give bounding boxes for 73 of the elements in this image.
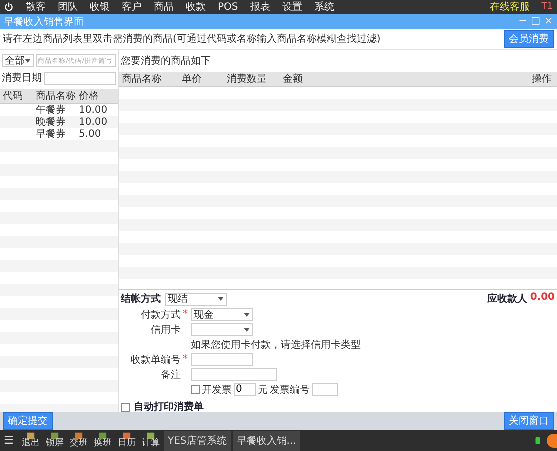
battery-icon xyxy=(535,436,541,445)
instruction-text: 请在左边商品列表里双击需消费的商品(可通过代码或名称输入商品名称模糊查找过滤) xyxy=(3,32,381,46)
table-cell-text: 10.00 xyxy=(78,104,109,116)
taskbar-task[interactable]: 早餐收入销... xyxy=(232,430,300,450)
taskbar-app[interactable]: 交班 xyxy=(69,432,89,448)
column-header: 金额 xyxy=(282,72,304,86)
settle-select[interactable]: 现结 xyxy=(165,292,227,306)
category-select[interactable]: 全部 xyxy=(2,54,34,67)
caret-icon xyxy=(244,328,250,332)
column-header: 商品名称 xyxy=(35,90,76,103)
column-header: 单价 xyxy=(181,72,203,86)
auto-print-label: 自动打印消费单 xyxy=(134,400,204,414)
power-icon[interactable] xyxy=(4,2,14,12)
product-row[interactable]: 午餐券 10.00 xyxy=(0,104,118,116)
cart-title: 您要消费的商品如下 xyxy=(121,54,211,68)
caret-icon xyxy=(244,312,250,316)
invoice-number-field[interactable] xyxy=(312,383,338,396)
taskbar-app[interactable]: 锁屏 xyxy=(45,432,65,448)
invoice-number-label: 发票编号 xyxy=(270,384,310,396)
amount-due-label: 应收款人 xyxy=(487,292,528,306)
required-mark: * xyxy=(183,309,189,320)
taskbar-app[interactable]: 换班 xyxy=(93,432,113,448)
note-field[interactable] xyxy=(191,368,277,381)
card-hint: 如果您使用卡付款，请选择信用卡类型 xyxy=(191,338,361,352)
online-service-link[interactable]: 在线客服 xyxy=(490,0,530,14)
date-field[interactable] xyxy=(44,72,116,84)
taskbar-app[interactable]: 退出 xyxy=(21,432,41,448)
menu-item[interactable]: 商品 xyxy=(154,0,174,14)
table-cell-text: 午餐券 xyxy=(35,104,67,116)
caret-icon xyxy=(218,297,224,301)
method-select[interactable]: 现金 xyxy=(191,308,253,321)
column-header: 消费数量 xyxy=(226,72,268,86)
menu-item[interactable]: 客户 xyxy=(122,0,142,14)
menu-item[interactable]: 收银 xyxy=(90,0,110,14)
column-header: 价格 xyxy=(78,90,100,103)
user-label: T1 xyxy=(542,2,553,12)
menu-icon[interactable]: ☰ xyxy=(4,434,18,447)
menu-item[interactable]: 收款 xyxy=(186,0,206,14)
taskbar-app[interactable]: 计算 xyxy=(141,432,161,448)
note-label: 备注 xyxy=(160,368,181,382)
menu-item[interactable]: 系统 xyxy=(314,0,334,14)
menu-item[interactable]: 团队 xyxy=(58,0,78,14)
menu-item[interactable]: POS xyxy=(218,2,238,12)
amount-due-value: 0.00 xyxy=(530,292,555,303)
taskbar-app[interactable]: 日历 xyxy=(117,432,137,448)
caret-icon xyxy=(25,58,31,62)
menu-item[interactable]: 报表 xyxy=(250,0,270,14)
auto-print-checkbox[interactable] xyxy=(121,402,130,412)
table-cell-text: 晚餐券 xyxy=(35,116,67,128)
table-cell-text: 10.00 xyxy=(78,116,109,128)
card-select[interactable] xyxy=(191,323,253,336)
settle-label: 结帐方式 xyxy=(121,292,161,306)
taskbar-task[interactable]: YES店管系统 xyxy=(164,430,231,450)
invoice-amount-field[interactable]: 0 xyxy=(234,383,256,396)
card-label: 信用卡 xyxy=(150,324,181,336)
receipt-field[interactable] xyxy=(191,353,253,366)
product-row[interactable]: 晚餐券 10.00 xyxy=(0,116,118,128)
table-cell-text: 早餐券 xyxy=(35,128,67,141)
invoice-label: 开发票 xyxy=(202,384,232,396)
receipt-label: 收款单编号 xyxy=(130,354,181,366)
column-header: 商品名称 xyxy=(121,72,163,86)
invoice-checkbox[interactable] xyxy=(191,385,200,394)
window-title: 早餐收入销售界面 xyxy=(4,16,84,28)
column-header: 操作 xyxy=(531,73,553,86)
menu-item[interactable]: 散客 xyxy=(26,0,46,14)
required-mark: * xyxy=(183,354,189,365)
table-cell-text: 5.00 xyxy=(78,128,102,140)
unit-label: 元 xyxy=(258,384,268,396)
column-header: 代码 xyxy=(2,90,24,103)
date-label: 消费日期 xyxy=(2,72,42,85)
menu-item[interactable]: 设置 xyxy=(282,0,302,14)
method-label: 付款方式 xyxy=(140,308,181,322)
product-row[interactable]: 早餐券 5.00 xyxy=(0,128,118,140)
